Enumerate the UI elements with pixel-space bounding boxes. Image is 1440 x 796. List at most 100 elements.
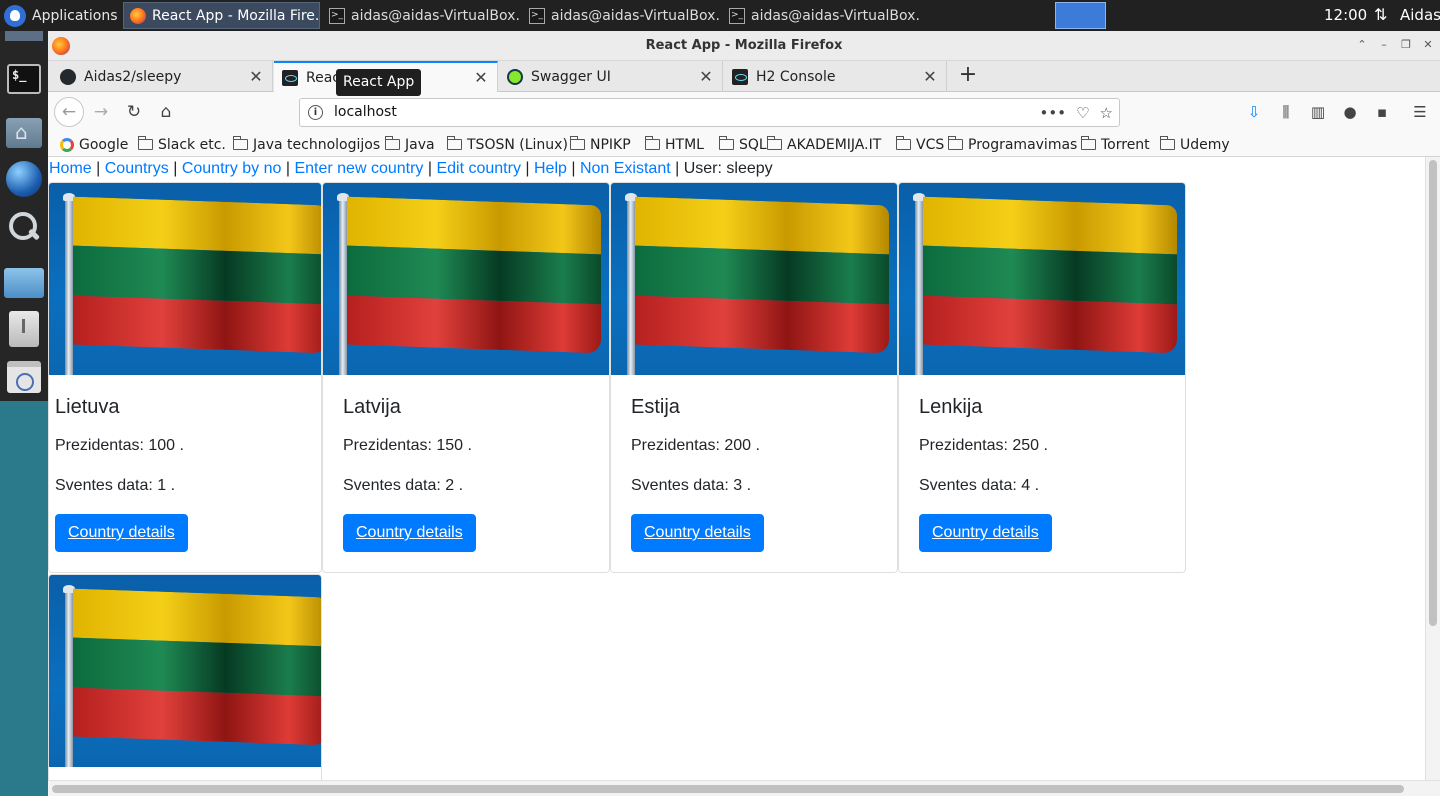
country-details-button[interactable]: Country details	[919, 514, 1052, 552]
country-details-button[interactable]: Country details	[55, 514, 188, 552]
country-name: Lenkija	[919, 396, 983, 418]
country-details-button[interactable]: Country details	[631, 514, 764, 552]
nav-separator: |	[91, 160, 105, 177]
close-tab-icon[interactable]: ✕	[473, 68, 489, 87]
holiday-date-text: Sventes data: 2 .	[343, 477, 464, 494]
bookmark-item[interactable]: NPIKP	[570, 132, 631, 157]
page-content: Home | Countrys | Country by no | Enter …	[48, 157, 1425, 780]
bookmark-item[interactable]: Slack etc.	[138, 132, 226, 157]
country-name: Lietuva	[55, 396, 120, 418]
taskbar-item-label: aidas@aidas-VirtualBox...	[751, 7, 920, 24]
bookmark-item[interactable]: Java	[385, 132, 435, 157]
nav-link[interactable]: Enter new country	[294, 160, 423, 177]
sidebar-icon[interactable]: ▥	[1308, 102, 1328, 122]
home-button[interactable]: ⌂	[153, 99, 179, 125]
window-titlebar[interactable]: React App - Mozilla Firefox ⌃ – ❐ ✕	[48, 31, 1440, 61]
close-icon[interactable]: ✕	[1420, 37, 1436, 53]
nav-link[interactable]: Home	[49, 160, 92, 177]
page-actions-icon[interactable]: •••	[1040, 104, 1067, 122]
taskbar-item-firefox[interactable]: React App - Mozilla Fire...	[123, 2, 320, 29]
firefox-launcher-button[interactable]	[1055, 2, 1106, 29]
site-info-icon[interactable]: i	[308, 105, 323, 120]
tab-swagger-ui[interactable]: Swagger UI ✕	[499, 61, 723, 92]
network-icon[interactable]: ⇅	[1374, 6, 1392, 24]
minimize-icon[interactable]: –	[1376, 37, 1392, 53]
bookmark-item[interactable]: AKADEMIJA.IT	[767, 132, 881, 157]
horizontal-scrollbar[interactable]	[48, 780, 1440, 796]
nav-link[interactable]: Help	[534, 160, 567, 177]
nav-link[interactable]: Country by no	[182, 160, 282, 177]
xfce-logo-icon	[4, 4, 26, 27]
bookmark-item[interactable]: TSOSN (Linux)	[447, 132, 568, 157]
bookmark-item[interactable]: HTML	[645, 132, 704, 157]
search-icon	[9, 212, 39, 242]
nav-link[interactable]: Non Existant	[580, 160, 671, 177]
reload-button[interactable]: ↻	[121, 99, 147, 125]
store-icon	[7, 361, 41, 393]
pocket-icon[interactable]: ♡	[1076, 104, 1089, 122]
dock-handle[interactable]	[5, 31, 43, 41]
dock-file-manager[interactable]	[4, 263, 44, 303]
google-icon	[60, 137, 74, 152]
bookmarks-toolbar: Google Slack etc. Java technologijos Java TS…	[48, 132, 1440, 157]
menu-icon[interactable]: ☰	[1410, 102, 1430, 122]
close-tab-icon[interactable]: ✕	[248, 67, 264, 86]
bookmark-label: Slack etc.	[158, 136, 226, 153]
dock-removable-drive[interactable]	[4, 309, 44, 349]
nav-separator: |	[281, 160, 295, 177]
taskbar-item-terminal[interactable]: >_ aidas@aidas-VirtualBox...	[323, 2, 520, 29]
country-card	[48, 574, 322, 780]
close-tab-icon[interactable]: ✕	[698, 67, 714, 86]
github-icon	[60, 68, 76, 85]
back-button[interactable]: ←	[54, 97, 84, 127]
folder-icon	[4, 268, 44, 298]
vertical-scrollbar[interactable]	[1425, 157, 1440, 780]
bookmark-label: SQL	[739, 136, 767, 153]
downloads-icon[interactable]: ⇩	[1244, 102, 1264, 122]
dock-terminal[interactable]: $_	[4, 59, 44, 99]
tab-github[interactable]: Aidas2/sleepy ✕	[52, 61, 273, 92]
dock-search[interactable]	[4, 207, 44, 247]
scrollbar-thumb[interactable]	[1429, 160, 1437, 626]
tab-h2-console[interactable]: H2 Console ✕	[724, 61, 947, 92]
taskbar-item-terminal[interactable]: >_ aidas@aidas-VirtualBox...	[523, 2, 720, 29]
country-card: Latvija Prezidentas: 150 . Sventes data: 2…	[322, 182, 610, 573]
dock-software-store[interactable]	[4, 357, 44, 397]
nav-link[interactable]: Edit country	[436, 160, 520, 177]
forward-button[interactable]: →	[88, 99, 114, 125]
clock[interactable]: 12:00	[1324, 0, 1367, 31]
react-icon	[732, 68, 748, 85]
bookmark-item[interactable]: Udemy	[1160, 132, 1230, 157]
country-details-button[interactable]: Country details	[343, 514, 476, 552]
nav-link[interactable]: Countrys	[105, 160, 169, 177]
bookmark-star-icon[interactable]: ☆	[1100, 104, 1113, 122]
bookmark-item[interactable]: SQL	[719, 132, 767, 157]
nav-separator: |	[566, 160, 580, 177]
library-icon[interactable]: ⫼	[1276, 102, 1296, 122]
navigation-toolbar: ← → ↻ ⌂ i localhost ••• ♡ ☆ ⇩ ⫼ ▥ ● ▪ ☰	[48, 92, 1440, 132]
dock-web-browser[interactable]	[4, 159, 44, 199]
nav-separator: |	[520, 160, 534, 177]
extension-icon[interactable]: ●	[1340, 102, 1360, 122]
user-menu[interactable]: Aidas	[1400, 0, 1440, 31]
new-tab-button[interactable]: +	[954, 63, 982, 89]
maximize-icon[interactable]: ❐	[1398, 37, 1414, 53]
applications-menu[interactable]: Applications	[0, 0, 118, 31]
taskbar-item-terminal[interactable]: >_ aidas@aidas-VirtualBox...	[723, 2, 920, 29]
bookmark-item[interactable]: Java technologijos	[233, 132, 380, 157]
bookmark-item[interactable]: Google	[60, 132, 128, 157]
bookmark-item[interactable]: Programavimas	[948, 132, 1077, 157]
url-bar[interactable]: i localhost ••• ♡ ☆	[299, 98, 1120, 127]
url-text[interactable]: localhost	[334, 99, 397, 126]
window-up-icon[interactable]: ⌃	[1354, 37, 1370, 53]
scrollbar-thumb[interactable]	[52, 785, 1404, 793]
bookmark-item[interactable]: VCS	[896, 132, 944, 157]
terminal-icon: $_	[7, 64, 41, 94]
bookmark-item[interactable]: Torrent	[1081, 132, 1150, 157]
dock-home-folder[interactable]	[4, 113, 44, 153]
react-icon	[282, 69, 298, 86]
addon-icon[interactable]: ▪	[1372, 102, 1392, 122]
taskbar-item-label: React App - Mozilla Fire...	[152, 7, 320, 24]
folder-icon	[447, 136, 462, 150]
close-tab-icon[interactable]: ✕	[922, 67, 938, 86]
